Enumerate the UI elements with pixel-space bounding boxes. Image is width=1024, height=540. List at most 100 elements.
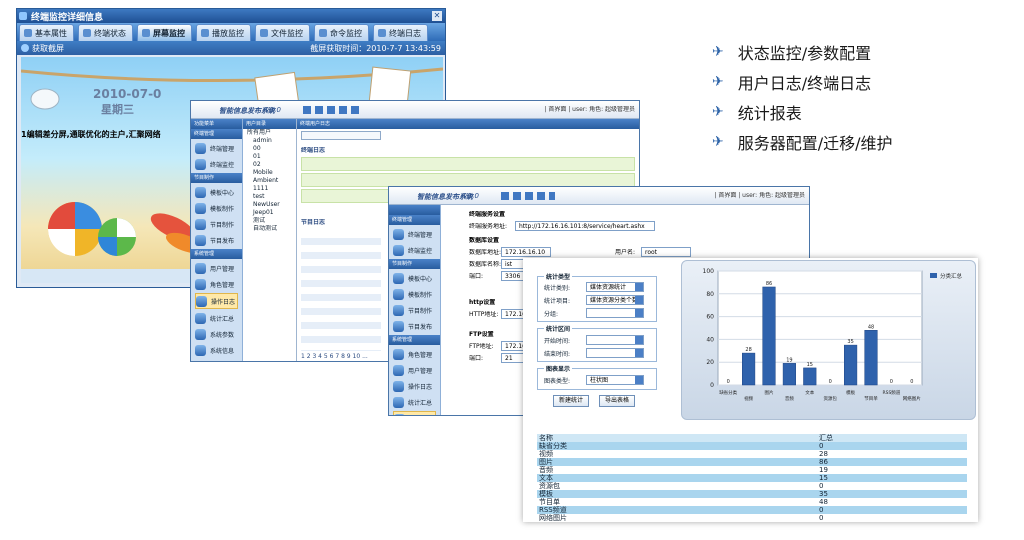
program-log-list [301, 231, 381, 351]
tab-label: 屏幕监控 [153, 28, 185, 38]
nav-item[interactable]: 终端监控 [393, 243, 436, 257]
nav-item-label: 节目制作 [408, 307, 433, 315]
tab-4[interactable]: 文件监控 [255, 24, 310, 42]
nav-item[interactable]: 角色管理 [195, 277, 238, 291]
db-user-input[interactable]: root [641, 247, 691, 257]
group-select[interactable] [586, 308, 644, 318]
nav-item-label: 系统参数 [210, 331, 235, 339]
nav-item[interactable]: 节目制作 [195, 217, 238, 231]
tree-item[interactable]: Ambient [243, 177, 296, 185]
nav-item[interactable]: 用户管理 [195, 261, 238, 275]
refresh-icon[interactable] [21, 44, 29, 52]
tab-5[interactable]: 命令监控 [314, 24, 369, 42]
nav-item[interactable]: 角色管理 [393, 347, 436, 361]
nav-item[interactable]: 统计汇总 [393, 395, 436, 409]
toolbar-icons[interactable] [303, 106, 363, 114]
nav-item[interactable]: 系统参数 [393, 411, 436, 415]
tree-item[interactable]: test [243, 193, 296, 201]
tree-item[interactable]: 所有用户 [243, 129, 296, 137]
log-row[interactable] [301, 157, 635, 171]
item-select[interactable]: 媒体资源分类个数 [586, 295, 644, 305]
summary-table: 名称 汇总 缺省分类 0 视频 28 图片 86 音频 19 文本 15 资源包 0 模板 35 节目单 48 RS… [537, 434, 967, 522]
tree-item[interactable]: Mobile [243, 169, 296, 177]
tab-icon [201, 29, 209, 37]
tab-icon [378, 29, 386, 37]
tree-item[interactable]: 02 [243, 161, 296, 169]
chart-type-label: 图表类型: [544, 378, 571, 385]
chart-type-select[interactable]: 柱状图 [586, 375, 644, 385]
nav-item[interactable]: 模板中心 [393, 271, 436, 285]
nav-item[interactable]: 模板制作 [393, 287, 436, 301]
nav-item-label: 模板中心 [408, 275, 433, 283]
nav-item[interactable]: 节目制作 [393, 303, 436, 317]
tree-list: 所有用户 admin 00 01 02 Mobile Ambient 1111 test NewU… [243, 129, 296, 233]
end-date-input[interactable] [586, 348, 644, 358]
y-tick-label: 60 [706, 314, 714, 321]
nav-group-title[interactable]: 节目制作 [191, 173, 242, 183]
nav-item[interactable]: 终端管理 [393, 227, 436, 241]
type-select-value: 媒体资源统计 [590, 284, 627, 291]
refresh-screenshot-button[interactable]: 获取截屏 [32, 43, 64, 54]
tree-item[interactable]: admin [243, 137, 296, 145]
tab-3[interactable]: 播放监控 [196, 24, 251, 42]
nav-item[interactable]: 终端管理 [195, 141, 238, 155]
nav-item[interactable]: 操作日志 [195, 293, 238, 309]
date-filter[interactable] [301, 131, 381, 140]
cell-total: 0 [819, 442, 824, 450]
tree-item[interactable]: NewUser [243, 201, 296, 209]
chart-display-legend: 图表显示 [544, 364, 573, 373]
nav-item-icon [393, 244, 404, 256]
tab-6[interactable]: 终端日志 [373, 24, 428, 42]
y-tick-label: 100 [703, 268, 715, 275]
user-info: | 首界面 | user: 角色: 超级管理员 [544, 106, 635, 113]
nav-item[interactable]: 系统信息 [195, 343, 238, 357]
tab-0[interactable]: 基本属性 [19, 24, 74, 42]
bar-chart: 0 20 40 60 80 100 0 缺省分类 28 视频 86 图片 19 音频 15 文本 0 资源包 35 模… [681, 260, 976, 420]
nav-item-label: 模板中心 [210, 189, 235, 197]
nav-item[interactable]: 节目发布 [393, 319, 436, 333]
tab-2[interactable]: 屏幕监控 [137, 24, 192, 42]
nav-item[interactable]: 系统参数 [195, 327, 238, 341]
nav-item-label: 模板制作 [210, 205, 235, 213]
nav-item-label: 节目发布 [408, 323, 433, 331]
nav-item[interactable]: 操作日志 [393, 379, 436, 393]
nav-item[interactable]: 模板中心 [195, 185, 238, 199]
app-version: V1.0 [265, 106, 281, 114]
export-table-button[interactable]: 导出表格 [599, 395, 635, 407]
nav-item-icon [393, 364, 404, 376]
nav-item-icon [393, 380, 404, 392]
bar [782, 363, 796, 386]
nav-item[interactable]: 终端监控 [195, 157, 238, 171]
nav-group-title[interactable]: 系统管理 [191, 249, 242, 259]
tree-item[interactable]: Jeep01 [243, 209, 296, 217]
tree-item[interactable]: 自动测试 [243, 225, 296, 233]
nav-item[interactable]: 模板制作 [195, 201, 238, 215]
feature-item: ✈ 统计报表 [712, 100, 802, 124]
tree-item[interactable]: 00 [243, 145, 296, 153]
nav-group-title[interactable]: 终端管理 [389, 215, 440, 225]
x-tick-label: 音频 [785, 395, 794, 402]
pager[interactable]: 1 2 3 4 5 6 7 8 9 10 ... [301, 353, 368, 361]
nav-group-title[interactable]: 终端管理 [191, 129, 242, 139]
url-input[interactable]: http://172.16.16.101:8/service/heart.ash… [515, 221, 655, 231]
tree-item[interactable]: 测试 [243, 217, 296, 225]
stat-type-legend: 统计类型 [544, 272, 573, 281]
table-row: 文本 15 [537, 474, 967, 482]
tree-item[interactable]: 01 [243, 153, 296, 161]
start-date-input[interactable] [586, 335, 644, 345]
log-row[interactable] [301, 173, 635, 187]
toolbar-icons[interactable] [501, 192, 555, 200]
tab-1[interactable]: 终端状态 [78, 24, 133, 42]
nav-item[interactable]: 统计汇总 [195, 311, 238, 325]
close-icon[interactable]: ✕ [432, 11, 442, 21]
log-section-terminal: 终端日志 [301, 147, 326, 154]
type-select[interactable]: 媒体资源统计 [586, 282, 644, 292]
new-stat-button[interactable]: 新建统计 [553, 395, 589, 407]
nav-group-title[interactable]: 系统管理 [389, 335, 440, 345]
nav-item[interactable]: 节目发布 [195, 233, 238, 247]
nav-item[interactable]: 用户管理 [393, 363, 436, 377]
nav-group-title[interactable]: 节目制作 [389, 259, 440, 269]
tree-item[interactable]: 1111 [243, 185, 296, 193]
nav-item-label: 操作日志 [211, 298, 236, 306]
db-addr-input[interactable]: 172.16.16.10 [501, 247, 551, 257]
